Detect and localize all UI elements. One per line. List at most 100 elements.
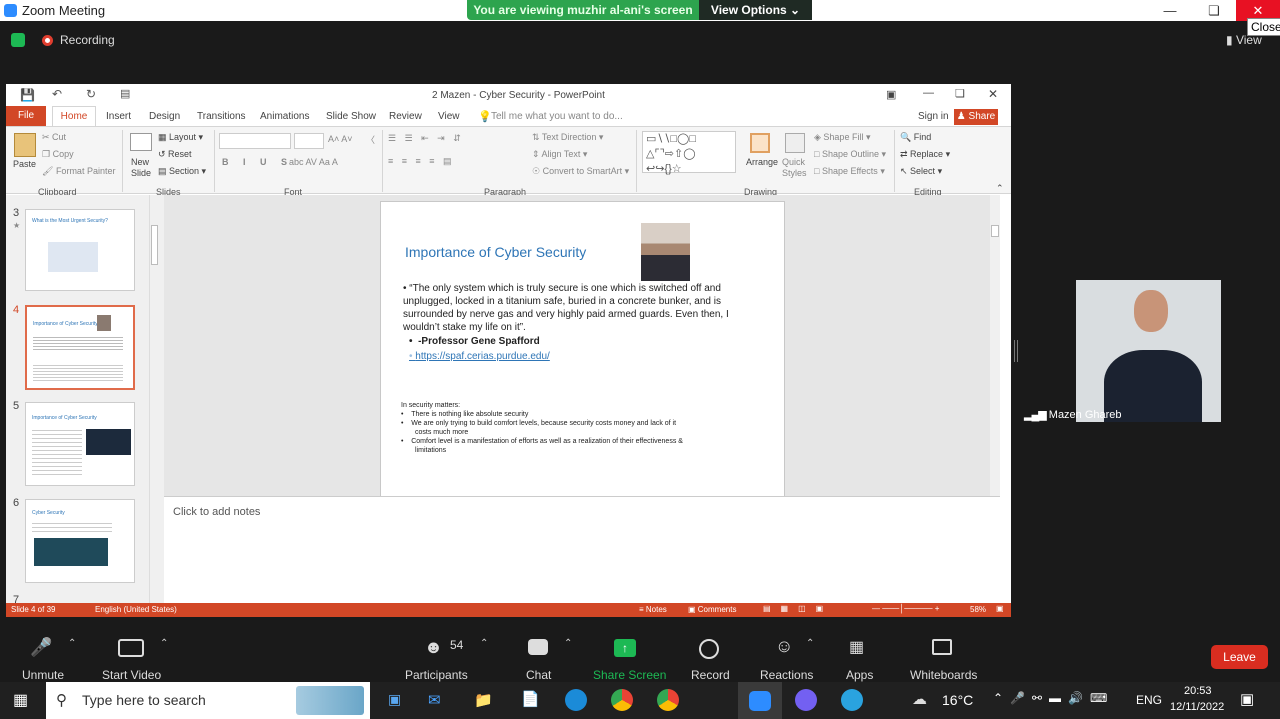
system-tray-icons[interactable]: ⌃🎤⚯▬🔊⌨: [993, 691, 1114, 705]
participants-chevron-icon[interactable]: ⌃: [480, 638, 488, 649]
whiteboards-button[interactable]: Whiteboards: [910, 668, 977, 682]
font-size-dropdown[interactable]: [294, 133, 324, 149]
chrome-icon-2[interactable]: [657, 689, 679, 711]
paste-label[interactable]: Paste: [13, 159, 36, 169]
minimize-button[interactable]: —: [1148, 0, 1192, 21]
slide-link[interactable]: • https://spaf.cerias.purdue.edu/: [409, 351, 550, 362]
audio-options-chevron-icon[interactable]: ⌃: [68, 638, 76, 649]
undo-icon[interactable]: ↶: [52, 87, 62, 101]
thumb-scrollbar[interactable]: [149, 195, 159, 603]
tab-slide-show[interactable]: Slide Show: [326, 111, 376, 122]
view-mode-icons[interactable]: ▤▦◫▣: [763, 604, 833, 613]
maximize-button[interactable]: ❏: [1192, 0, 1236, 21]
ppt-close-button[interactable]: ✕: [988, 87, 998, 101]
ribbon-display-icon[interactable]: ▣: [886, 88, 896, 101]
ppt-restore-button[interactable]: ❏: [955, 87, 965, 100]
layout-button[interactable]: ▦ Layout ▾: [158, 132, 203, 143]
select-button[interactable]: ↖ Select ▾: [900, 166, 942, 177]
new-slide-label[interactable]: New Slide: [131, 157, 159, 179]
reactions-chevron-icon[interactable]: ⌃: [806, 638, 814, 649]
copy-button[interactable]: ❐ Copy: [42, 149, 74, 160]
start-video-button[interactable]: Start Video: [102, 668, 161, 682]
reactions-button[interactable]: Reactions: [760, 668, 813, 682]
record-icon[interactable]: [699, 639, 719, 659]
shape-effects-button[interactable]: □ Shape Effects ▾: [814, 166, 885, 177]
quick-styles-icon[interactable]: [785, 133, 805, 153]
save-icon[interactable]: 💾: [20, 88, 35, 102]
resize-handle[interactable]: [1014, 340, 1018, 362]
chat-icon[interactable]: [528, 639, 548, 655]
taskbar-search-box[interactable]: ⚲ Type here to search: [46, 682, 370, 719]
chrome-icon[interactable]: [611, 689, 633, 711]
font-name-dropdown[interactable]: [219, 133, 291, 149]
slide-thumbnail-selected[interactable]: Importance of Cyber Security: [25, 305, 135, 390]
share-screen-button[interactable]: Share Screen: [593, 668, 666, 682]
weather-icon[interactable]: ☁: [912, 690, 927, 708]
zoom-slider[interactable]: — ───│───── +: [872, 604, 939, 613]
shape-fill-button[interactable]: ◈ Shape Fill ▾: [814, 132, 870, 143]
unmute-button[interactable]: Unmute: [22, 668, 64, 682]
viber-icon[interactable]: [795, 689, 817, 711]
apps-icon[interactable]: ▦: [849, 637, 864, 657]
security-shield-icon[interactable]: [11, 33, 25, 47]
participants-icon[interactable]: ☻: [424, 637, 443, 658]
clear-formatting-icon[interactable]: 〈: [366, 133, 375, 146]
paste-icon[interactable]: [14, 133, 36, 157]
cut-button[interactable]: ✂ Cut: [42, 132, 66, 143]
shape-outline-button[interactable]: □ Shape Outline ▾: [814, 149, 886, 160]
grow-font-icon[interactable]: A˄ A˅: [328, 134, 353, 144]
chat-button[interactable]: Chat: [526, 668, 551, 682]
chat-chevron-icon[interactable]: ⌃: [564, 638, 572, 649]
leave-button[interactable]: Leave: [1211, 645, 1268, 669]
quick-styles-label[interactable]: Quick Styles: [782, 157, 808, 179]
apps-button[interactable]: Apps: [846, 668, 873, 682]
section-button[interactable]: ▤ Section ▾: [158, 166, 206, 177]
convert-smartart-button[interactable]: ☉ Convert to SmartArt ▾: [532, 166, 629, 177]
font-format-icons[interactable]: B I U S: [222, 157, 293, 167]
store-icon[interactable]: ▣: [388, 691, 401, 708]
new-slide-icon[interactable]: [130, 133, 152, 151]
present-icon[interactable]: ▤: [120, 87, 130, 100]
reset-button[interactable]: ↺ Reset: [158, 149, 192, 160]
share-button[interactable]: ♟ Share: [954, 109, 998, 125]
folder-icon[interactable]: 📁: [474, 691, 493, 709]
arrange-icon[interactable]: [750, 133, 770, 153]
text-direction-button[interactable]: ⇅ Text Direction ▾: [532, 132, 603, 143]
collapse-ribbon-icon[interactable]: ⌃: [996, 183, 1004, 194]
tab-view[interactable]: View: [438, 111, 460, 122]
record-button[interactable]: Record: [691, 668, 730, 682]
redo-icon[interactable]: ↻: [86, 87, 96, 101]
temperature[interactable]: 16°C: [942, 692, 973, 708]
document-icon[interactable]: 📄: [521, 690, 540, 708]
whiteboard-icon[interactable]: [932, 639, 952, 655]
video-options-chevron-icon[interactable]: ⌃: [160, 638, 168, 649]
zoom-level[interactable]: 58%: [970, 605, 986, 614]
participants-button[interactable]: Participants: [405, 668, 468, 682]
tab-insert[interactable]: Insert: [106, 111, 131, 122]
language-status[interactable]: English (United States): [95, 605, 177, 614]
notes-toggle[interactable]: ≡ Notes: [639, 605, 667, 614]
sign-in-link[interactable]: Sign in: [918, 111, 949, 122]
edge-icon[interactable]: [565, 689, 587, 711]
align-text-button[interactable]: ⇕ Align Text ▾: [532, 149, 587, 160]
share-screen-icon[interactable]: ↑: [614, 639, 636, 657]
tab-transitions[interactable]: Transitions: [197, 111, 246, 122]
format-painter-button[interactable]: 🖌 Format Painter: [42, 166, 115, 177]
video-off-icon[interactable]: [118, 639, 144, 657]
thumb-scroll-thumb[interactable]: [151, 225, 158, 265]
microphone-muted-icon[interactable]: 🎤: [30, 637, 54, 661]
windows-start-icon[interactable]: ▦: [13, 690, 28, 710]
reactions-icon[interactable]: ☺: [775, 636, 793, 657]
shapes-gallery[interactable]: ▭∖∖□◯□ △⌜⌝⇨⇧◯ ↩↪{}☆: [642, 131, 736, 175]
clock-time[interactable]: 20:53: [1184, 685, 1212, 697]
arrange-label[interactable]: Arrange: [746, 157, 778, 167]
tab-animations[interactable]: Animations: [260, 111, 309, 122]
slide-thumbnail[interactable]: Importance of Cyber Security: [25, 402, 135, 486]
tab-home[interactable]: Home: [52, 106, 96, 126]
slide-thumbnail[interactable]: Cyber Security: [25, 499, 135, 583]
slide-thumbnail[interactable]: What is the Most Urgent Security?: [25, 209, 135, 291]
edit-scroll-thumb[interactable]: [991, 225, 999, 237]
replace-button[interactable]: ⇄ Replace ▾: [900, 149, 950, 160]
clock-date[interactable]: 12/11/2022: [1170, 701, 1224, 713]
notification-icon[interactable]: ▣: [1240, 690, 1254, 708]
